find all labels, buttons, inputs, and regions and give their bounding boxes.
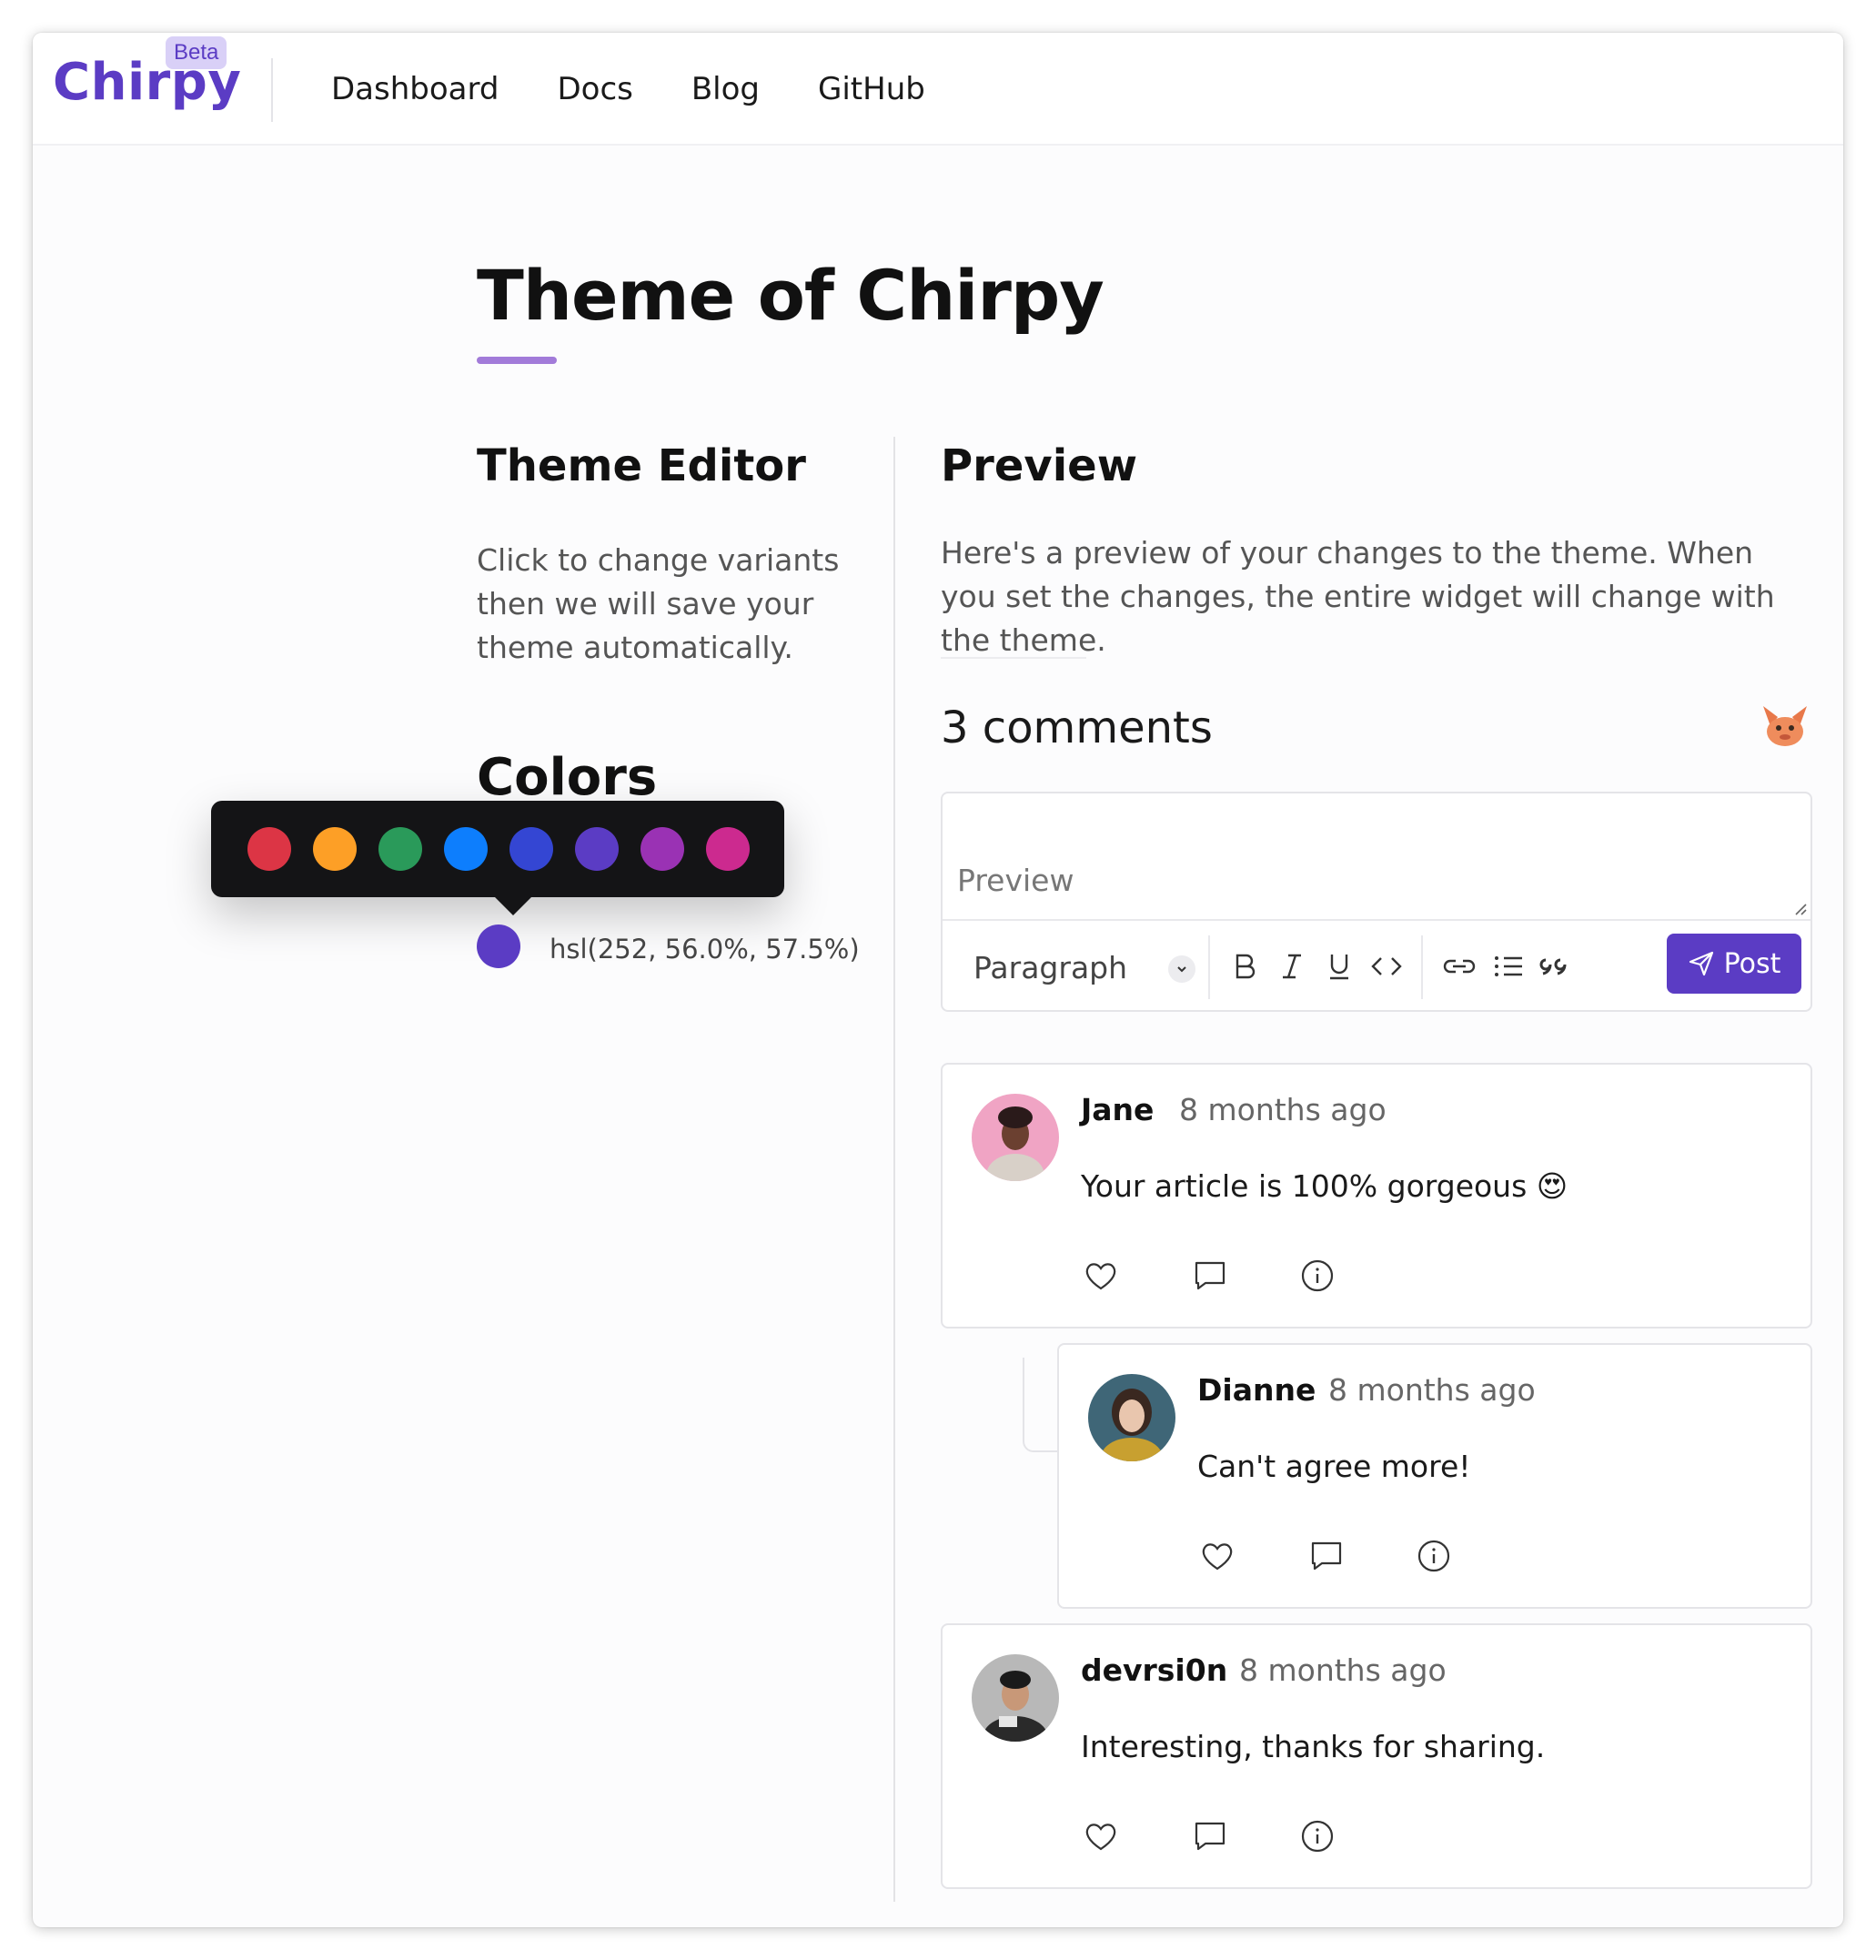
color-swatch-violet[interactable] [575,827,619,871]
comment-time: 8 months ago [1179,1092,1387,1127]
comment-card: devrsi0n 8 months ago Interesting, thank… [941,1623,1812,1889]
beta-badge: Beta [166,36,227,69]
comment-text: Your article is 100% gorgeous 😍 [1081,1168,1568,1204]
info-icon[interactable] [1414,1536,1454,1576]
nav-divider [271,58,273,122]
nav-blog[interactable]: Blog [691,71,760,107]
color-swatch-pink[interactable] [706,827,750,871]
comment-input[interactable] [943,793,1810,919]
popover-arrow [493,895,533,915]
reply-icon[interactable] [1190,1256,1230,1296]
list-icon[interactable] [1488,946,1528,986]
top-navbar: Chirpy Beta Dashboard Docs Blog GitHub [33,33,1843,146]
chevron-down-icon[interactable] [1168,955,1195,983]
reply-comment-card: Dianne 8 months ago Can't agree more! [1057,1343,1812,1609]
underline-icon[interactable] [1319,946,1359,986]
color-swatch-blue[interactable] [444,827,488,871]
resize-grip-icon[interactable] [1792,901,1807,915]
comment-author[interactable]: Dianne [1197,1372,1316,1408]
code-icon[interactable] [1367,946,1407,986]
toolbar-separator [1208,935,1210,999]
comment-time: 8 months ago [1239,1652,1447,1688]
colors-heading: Colors [477,748,658,807]
color-swatch-indigo[interactable] [509,827,553,871]
avatar[interactable] [972,1094,1059,1181]
app-window: Chirpy Beta Dashboard Docs Blog GitHub T… [33,33,1843,1927]
bold-icon[interactable] [1225,946,1265,986]
color-palette-popover [211,801,784,897]
send-icon [1689,951,1713,976]
comment-author[interactable]: devrsi0n [1081,1652,1227,1688]
color-swatch-green[interactable] [378,827,422,871]
reply-icon[interactable] [1306,1536,1346,1576]
chirpy-mascot-icon[interactable] [1758,701,1812,750]
quote-icon[interactable] [1534,946,1574,986]
preview-description: Here's a preview of your changes to the … [941,535,1775,658]
post-button-label: Post [1723,947,1781,980]
section-rule [941,657,1086,659]
nav-docs[interactable]: Docs [557,71,632,107]
color-swatch-red[interactable] [247,827,291,871]
reply-icon[interactable] [1190,1816,1230,1856]
avatar[interactable] [1088,1374,1175,1461]
heart-icon[interactable] [1197,1536,1237,1576]
editor-toolbar: Paragraph Post [943,919,1810,1012]
info-icon[interactable] [1297,1256,1337,1296]
column-divider [893,437,895,1902]
nav-github[interactable]: GitHub [818,71,925,107]
reply-thread-line [1023,1358,1059,1452]
comment-author[interactable]: Jane [1081,1092,1154,1127]
heart-icon[interactable] [1081,1256,1121,1296]
format-select[interactable]: Paragraph [973,950,1127,985]
toolbar-separator [1421,935,1423,999]
theme-editor-heading: Theme Editor [477,440,806,491]
nav-dashboard[interactable]: Dashboard [331,71,499,107]
color-swatch-purple[interactable] [640,827,684,871]
selected-color-swatch[interactable] [477,924,520,968]
comments-count: 3 comments [941,702,1213,753]
post-button[interactable]: Post [1667,934,1801,994]
comment-text: Can't agree more! [1197,1449,1471,1484]
heart-icon[interactable] [1081,1816,1121,1856]
comment-editor: Paragraph [941,792,1812,1012]
avatar[interactable] [972,1654,1059,1742]
preview-heading: Preview [941,440,1138,491]
comment-time: 8 months ago [1328,1372,1536,1408]
comment-text: Interesting, thanks for sharing. [1081,1729,1546,1764]
info-icon[interactable] [1297,1816,1337,1856]
selected-color-value: hsl(252, 56.0%, 57.5%) [550,934,860,965]
main-nav: Dashboard Docs Blog GitHub [331,71,925,107]
page-title: Theme of Chirpy [477,255,1104,336]
link-icon[interactable] [1439,946,1479,986]
comment-card: Jane 8 months ago Your article is 100% g… [941,1063,1812,1329]
title-underline [477,357,557,364]
color-swatch-orange[interactable] [313,827,357,871]
theme-editor-description: Click to change variants then we will sa… [477,542,840,665]
italic-icon[interactable] [1272,946,1312,986]
